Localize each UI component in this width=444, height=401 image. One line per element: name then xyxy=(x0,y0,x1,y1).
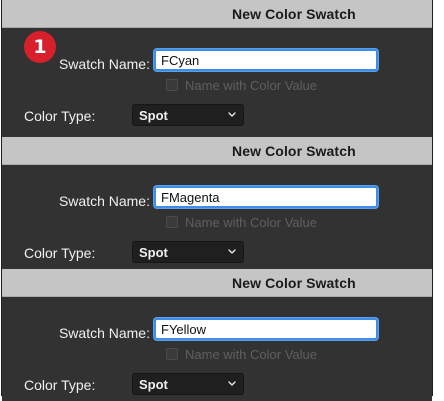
name-with-color-value-checkbox[interactable] xyxy=(166,79,178,91)
color-type-dropdown[interactable]: Spot xyxy=(132,373,244,395)
name-with-color-value-label: Name with Color Value xyxy=(185,215,317,230)
dialog-title-bar: New Color Swatch xyxy=(2,137,432,165)
chevron-down-icon xyxy=(226,108,238,122)
name-with-color-value-label: Name with Color Value xyxy=(185,78,317,93)
swatch-name-input[interactable]: FYellow xyxy=(154,318,378,340)
dialog-title-bar: New Color Swatch xyxy=(2,0,432,28)
new-color-swatch-dialog-cyan: New Color Swatch Swatch Name: FCyan Name… xyxy=(2,0,432,132)
name-with-color-value-checkbox[interactable] xyxy=(166,348,178,360)
name-with-color-value-checkbox[interactable] xyxy=(166,216,178,228)
color-type-value: Spot xyxy=(139,377,168,392)
color-type-label: Color Type: xyxy=(24,245,96,261)
swatch-name-input[interactable]: FCyan xyxy=(154,49,378,71)
step-number-badge: 1 xyxy=(24,31,56,63)
color-type-label: Color Type: xyxy=(24,108,96,124)
color-type-label: Color Type: xyxy=(24,377,96,393)
swatch-name-label: Swatch Name: xyxy=(58,56,150,72)
dialog-content: Swatch Name: FMagenta Name with Color Va… xyxy=(2,165,432,269)
swatch-name-input[interactable]: FMagenta xyxy=(154,186,378,208)
name-with-color-value-label: Name with Color Value xyxy=(185,347,317,362)
swatch-dialogs-composite: New Color Swatch Swatch Name: FCyan Name… xyxy=(1,0,433,401)
swatch-name-label: Swatch Name: xyxy=(58,193,150,209)
color-type-dropdown[interactable]: Spot xyxy=(132,104,244,126)
dialog-content: Swatch Name: FYellow Name with Color Val… xyxy=(2,297,432,401)
dialog-title-bar: New Color Swatch xyxy=(2,269,432,297)
color-type-value: Spot xyxy=(139,245,168,260)
new-color-swatch-dialog-magenta: New Color Swatch Swatch Name: FMagenta N… xyxy=(2,137,432,269)
chevron-down-icon xyxy=(226,377,238,391)
dialog-content: Swatch Name: FCyan Name with Color Value… xyxy=(2,28,432,132)
chevron-down-icon xyxy=(226,245,238,259)
color-type-dropdown[interactable]: Spot xyxy=(132,241,244,263)
dialog-title: New Color Swatch xyxy=(232,143,356,159)
dialog-title: New Color Swatch xyxy=(232,275,356,291)
color-type-value: Spot xyxy=(139,108,168,123)
new-color-swatch-dialog-yellow: New Color Swatch Swatch Name: FYellow Na… xyxy=(2,269,432,401)
dialog-title: New Color Swatch xyxy=(232,6,356,22)
swatch-name-label: Swatch Name: xyxy=(58,325,150,341)
